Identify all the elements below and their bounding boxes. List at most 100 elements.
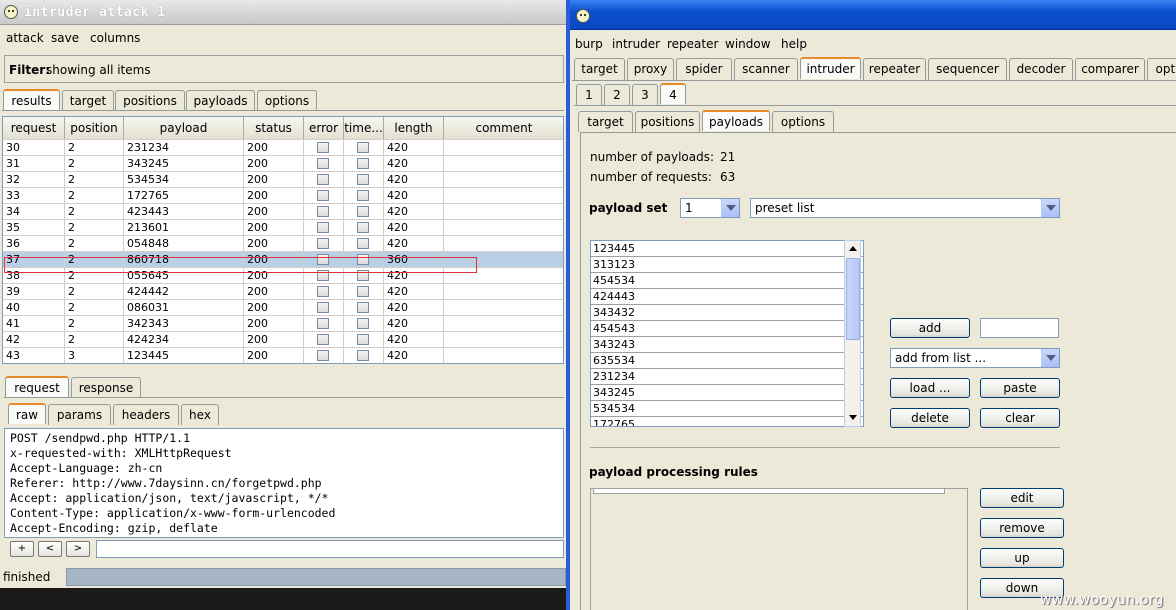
- tab-sequencer[interactable]: sequencer: [928, 58, 1007, 80]
- request-editor[interactable]: POST /sendpwd.php HTTP/1.1 x-requested-w…: [4, 428, 564, 538]
- menu-intruder[interactable]: intruder: [612, 37, 660, 51]
- add-button[interactable]: +: [10, 541, 34, 557]
- tab-positions[interactable]: positions: [635, 111, 700, 132]
- tab-options[interactable]: opti: [1147, 58, 1176, 80]
- tab-attack-3[interactable]: 3: [632, 84, 658, 105]
- payload-list-item[interactable]: 424443: [591, 289, 863, 305]
- table-row[interactable]: 38 2 055645 200 420: [3, 268, 563, 284]
- payload-list-item[interactable]: 123445: [591, 241, 863, 257]
- table-row[interactable]: 30 2 231234 200 420: [3, 140, 563, 156]
- tab-repeater[interactable]: repeater: [863, 58, 926, 80]
- processing-rules-table[interactable]: [590, 488, 968, 610]
- length-cell: 420: [384, 332, 444, 348]
- chevron-down-icon: [721, 199, 739, 217]
- tab-intruder[interactable]: intruder: [800, 57, 861, 79]
- payload-list-item[interactable]: 313123: [591, 257, 863, 273]
- payload-list-item[interactable]: 635534: [591, 353, 863, 369]
- table-row[interactable]: 34 2 423443 200 420: [3, 204, 563, 220]
- tab-request[interactable]: request: [5, 376, 69, 397]
- request-cell: 40: [3, 300, 65, 316]
- payload-list-item[interactable]: 534534: [591, 401, 863, 417]
- payload-type-select[interactable]: preset list: [750, 198, 1060, 218]
- payload-list-item[interactable]: 454534: [591, 273, 863, 289]
- tab-comparer[interactable]: comparer: [1075, 58, 1145, 80]
- payload-set-select[interactable]: 1: [680, 198, 740, 218]
- tab-target[interactable]: target: [574, 58, 625, 80]
- delete-button[interactable]: delete: [890, 408, 970, 428]
- next-button[interactable]: >: [66, 541, 90, 557]
- tab-target[interactable]: target: [62, 90, 114, 111]
- previous-button[interactable]: <: [38, 541, 62, 557]
- menu-save[interactable]: save: [51, 31, 79, 45]
- table-row[interactable]: 39 2 424442 200 420: [3, 284, 563, 300]
- tab-headers[interactable]: headers: [113, 404, 179, 425]
- tab-options[interactable]: options: [257, 90, 317, 111]
- add-from-list-select[interactable]: add from list ...: [890, 348, 1060, 368]
- title-bar[interactable]: [570, 0, 1176, 30]
- menu-columns[interactable]: columns: [90, 31, 140, 45]
- tab-attack-2[interactable]: 2: [604, 84, 630, 105]
- timeout-checkbox: [357, 302, 369, 313]
- tab-hex[interactable]: hex: [181, 404, 219, 425]
- tab-payloads[interactable]: payloads: [702, 110, 770, 131]
- menu-attack[interactable]: attack: [6, 31, 44, 45]
- scroll-thumb[interactable]: [846, 258, 860, 340]
- filter-bar[interactable]: Filter: showing all items: [4, 55, 564, 83]
- scroll-up-icon[interactable]: [846, 241, 860, 256]
- payload-list-item[interactable]: 172765: [591, 417, 863, 426]
- table-row[interactable]: 32 2 534534 200 420: [3, 172, 563, 188]
- tab-spider[interactable]: spider: [676, 58, 732, 80]
- table-row[interactable]: 41 2 342343 200 420: [3, 316, 563, 332]
- tab-proxy[interactable]: proxy: [627, 58, 674, 80]
- payload-list-item[interactable]: 343243: [591, 337, 863, 353]
- menu-burp[interactable]: burp: [575, 37, 603, 51]
- payload-list[interactable]: 123445 313123 454534 424443 343432 454543 3432…: [590, 240, 864, 427]
- search-input[interactable]: [96, 540, 564, 558]
- section-divider: [590, 447, 1060, 448]
- timeout-checkbox: [357, 254, 369, 265]
- table-row[interactable]: 42 2 424234 200 420: [3, 332, 563, 348]
- table-row[interactable]: 43 3 123445 200 420: [3, 348, 563, 363]
- table-row[interactable]: 31 2 343245 200 420: [3, 156, 563, 172]
- clear-button[interactable]: clear: [980, 408, 1060, 428]
- table-row[interactable]: 36 2 054848 200 420: [3, 236, 563, 252]
- table-row[interactable]: 33 2 172765 200 420: [3, 188, 563, 204]
- tab-positions[interactable]: positions: [115, 90, 185, 111]
- menu-repeater[interactable]: repeater: [667, 37, 718, 51]
- tab-options[interactable]: options: [772, 111, 834, 132]
- scroll-down-icon[interactable]: [846, 410, 860, 425]
- edit-button[interactable]: edit: [980, 488, 1064, 508]
- paste-button[interactable]: paste: [980, 378, 1060, 398]
- error-checkbox: [317, 158, 329, 169]
- payload-list-item[interactable]: 343432: [591, 305, 863, 321]
- payload-list-item[interactable]: 231234: [591, 369, 863, 385]
- title-bar[interactable]: intruder attack 1: [0, 0, 567, 25]
- tab-raw[interactable]: raw: [8, 403, 46, 424]
- payload-list-scrollbar[interactable]: [844, 240, 861, 427]
- up-button[interactable]: up: [980, 548, 1064, 568]
- payload-list-item[interactable]: 454543: [591, 321, 863, 337]
- tab-results[interactable]: results: [3, 89, 60, 110]
- tab-attack-4[interactable]: 4: [660, 83, 686, 104]
- tab-response[interactable]: response: [71, 377, 141, 398]
- add-button[interactable]: add: [890, 318, 970, 338]
- tab-decoder[interactable]: decoder: [1009, 58, 1073, 80]
- table-row[interactable]: 37 2 860718 200 360: [3, 252, 563, 268]
- payload-list-item[interactable]: 343245: [591, 385, 863, 401]
- tab-divider: [2, 110, 564, 111]
- results-table[interactable]: request position payload status error ti…: [2, 116, 564, 364]
- table-row[interactable]: 35 2 213601 200 420: [3, 220, 563, 236]
- table-row[interactable]: 40 2 086031 200 420: [3, 300, 563, 316]
- load-button[interactable]: load ...: [890, 378, 970, 398]
- tab-scanner[interactable]: scanner: [734, 58, 798, 80]
- tab-params[interactable]: params: [48, 404, 111, 425]
- remove-button[interactable]: remove: [980, 518, 1064, 538]
- menu-help[interactable]: help: [781, 37, 807, 51]
- tab-target[interactable]: target: [578, 111, 633, 132]
- add-payload-input[interactable]: [980, 318, 1059, 338]
- tab-payloads[interactable]: payloads: [186, 90, 255, 111]
- menu-window[interactable]: window: [725, 37, 771, 51]
- tab-attack-1[interactable]: 1: [576, 84, 602, 105]
- request-cell: 33: [3, 188, 65, 204]
- timeout-cell: [344, 348, 384, 363]
